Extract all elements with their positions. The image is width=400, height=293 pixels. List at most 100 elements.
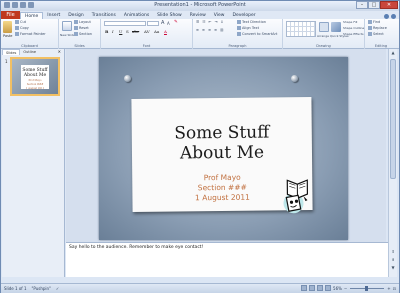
grow-font-button[interactable]: A [161, 20, 164, 26]
slide-sorter-icon[interactable] [309, 285, 316, 291]
zoom-slider[interactable] [350, 285, 385, 291]
align-text-button[interactable]: Align Text [237, 26, 259, 30]
change-case-button[interactable]: Aa [154, 29, 159, 34]
shrink-font-button[interactable]: A [167, 21, 170, 26]
new-slide-button[interactable]: New Slide [60, 33, 75, 37]
pushpin-icon [291, 75, 298, 82]
book-clipart-icon[interactable] [277, 174, 317, 214]
zoom-in-icon[interactable]: + [387, 286, 390, 291]
notes-pane[interactable]: Say hello to the audience. Remember to m… [66, 242, 388, 277]
copy-icon [15, 26, 19, 30]
tab-slide-show[interactable]: Slide Show [153, 12, 186, 19]
cut-button[interactable]: Cut [15, 20, 26, 24]
tab-home[interactable]: Home [20, 12, 44, 19]
strikethrough-button[interactable]: abc [132, 29, 139, 34]
select-button[interactable]: Select [368, 32, 384, 36]
font-size-field[interactable] [147, 21, 159, 26]
fit-to-window-icon[interactable]: ⊡ [393, 286, 396, 291]
bold-button[interactable]: B [105, 29, 108, 34]
font-color-button[interactable]: A [164, 29, 167, 34]
arrange-button[interactable]: Arrange [317, 34, 329, 38]
slide-title[interactable]: Some Stuff About Me [132, 122, 312, 164]
slide-canvas[interactable]: Some Stuff About Me Prof Mayo Section ##… [99, 57, 348, 240]
spellcheck-icon[interactable]: ✓ [56, 286, 59, 291]
clear-format-icon[interactable]: ✎ [174, 20, 178, 25]
tab-review[interactable]: Review [186, 12, 210, 19]
replace-button[interactable]: Replace [368, 26, 387, 30]
arrange-icon[interactable] [319, 22, 329, 32]
tab-transitions[interactable]: Transitions [88, 12, 120, 19]
status-right: 56% − + ⊡ [301, 285, 396, 291]
layout-icon [74, 20, 78, 24]
text-direction-button[interactable]: Text Direction [237, 20, 266, 24]
align-buttons[interactable]: ≡ ≡ ≡ ≡ ▥ [196, 28, 225, 32]
scroll-thumb[interactable] [390, 59, 396, 179]
shape-outline-button[interactable]: Shape Outline [343, 26, 364, 30]
notes-text[interactable]: Say hello to the audience. Remember to m… [69, 245, 203, 250]
tab-outline[interactable]: Outline [20, 49, 39, 55]
brush-icon [15, 32, 19, 36]
spacing-button[interactable]: AV [144, 29, 150, 34]
tab-animations[interactable]: Animations [120, 12, 153, 19]
tab-view[interactable]: View [210, 12, 229, 19]
tab-file[interactable]: File [1, 11, 20, 19]
editing-group: Find Replace Select Editing [365, 19, 397, 49]
tab-design[interactable]: Design [64, 12, 88, 19]
scroll-down-icon[interactable]: ▼ [390, 265, 396, 271]
tab-slides[interactable]: Slides [2, 49, 21, 55]
shape-effects-button[interactable]: Shape Effects [343, 32, 364, 36]
slide-paper: Some Stuff About Me Prof Mayo Section ##… [131, 97, 313, 214]
tab-insert[interactable]: Insert [43, 12, 64, 19]
copy-button[interactable]: Copy [15, 26, 29, 30]
list-buttons[interactable]: ☰ ☷ ⇤ ⇥ ↕ [196, 20, 225, 24]
thumbnail-subtitle-3: 1 August 2011 [25, 87, 45, 90]
format-painter-button[interactable]: Format Painter [15, 32, 46, 36]
status-bar: Slide 1 of 1 "Pushpin" ✓ 56% − + ⊡ [1, 283, 399, 293]
reset-icon [74, 26, 78, 30]
slide-info: Slide 1 of 1 [4, 286, 27, 291]
layout-button[interactable]: Layout [74, 20, 91, 24]
section-button[interactable]: Section [74, 32, 92, 36]
close-icon[interactable]: ✕ [55, 49, 64, 55]
reading-view-icon[interactable] [317, 285, 324, 291]
clipboard-group: Paste Cut Copy Format Painter Clipboard [1, 19, 59, 49]
zoom-knob[interactable] [365, 285, 369, 291]
minimize-button[interactable]: – [356, 1, 368, 9]
slide-thumbnail[interactable]: Some Stuff About Me Prof Mayo Section ##… [10, 57, 60, 96]
window-title: Presentation1 - Microsoft PowerPoint [154, 2, 246, 8]
replace-icon [368, 26, 372, 30]
paste-icon[interactable] [3, 21, 12, 33]
slideshow-icon[interactable] [325, 285, 332, 291]
title-bar: Presentation1 - Microsoft PowerPoint – □… [1, 1, 399, 11]
vertical-scrollbar[interactable]: ▲ ⇞ ⇟ ▼ [388, 49, 397, 277]
shapes-gallery[interactable] [286, 21, 316, 37]
italic-button[interactable]: I [112, 29, 114, 34]
shadow-button[interactable]: S [126, 29, 129, 34]
next-slide-icon[interactable]: ⇟ [390, 257, 396, 263]
thumbnail-subtitle-2: Section ### [26, 83, 44, 86]
shape-fill-button[interactable]: Shape Fill [343, 20, 357, 24]
find-button[interactable]: Find [368, 20, 380, 24]
powerpoint-window: Presentation1 - Microsoft PowerPoint – □… [0, 0, 400, 293]
text-direction-icon [237, 20, 241, 24]
zoom-level[interactable]: 56% [333, 286, 342, 291]
scroll-up-icon[interactable]: ▲ [390, 50, 396, 56]
paste-label[interactable]: Paste [3, 34, 12, 38]
underline-button[interactable]: U [119, 29, 122, 34]
new-slide-icon[interactable] [62, 21, 72, 31]
convert-smartart-button[interactable]: Convert to SmartArt [237, 32, 277, 36]
zoom-out-icon[interactable]: − [344, 286, 347, 291]
slides-pane: Slides Outline ✕ 1 Some Stuff About Me P… [2, 49, 65, 277]
select-icon [368, 32, 372, 36]
binoculars-icon [368, 20, 372, 24]
quick-styles-icon[interactable] [331, 22, 341, 32]
font-group: A A ✎ B I U S abc AV Aa A Font [101, 19, 193, 49]
slides-group: New Slide Layout Reset Section Slides [59, 19, 101, 49]
previous-slide-icon[interactable]: ⇞ [390, 249, 396, 255]
tab-developer[interactable]: Developer [228, 12, 259, 19]
maximize-button[interactable]: □ [368, 1, 380, 9]
normal-view-icon[interactable] [301, 285, 308, 291]
close-button[interactable]: ✕ [380, 1, 398, 9]
font-name-field[interactable] [104, 21, 146, 26]
reset-button[interactable]: Reset [74, 26, 89, 30]
